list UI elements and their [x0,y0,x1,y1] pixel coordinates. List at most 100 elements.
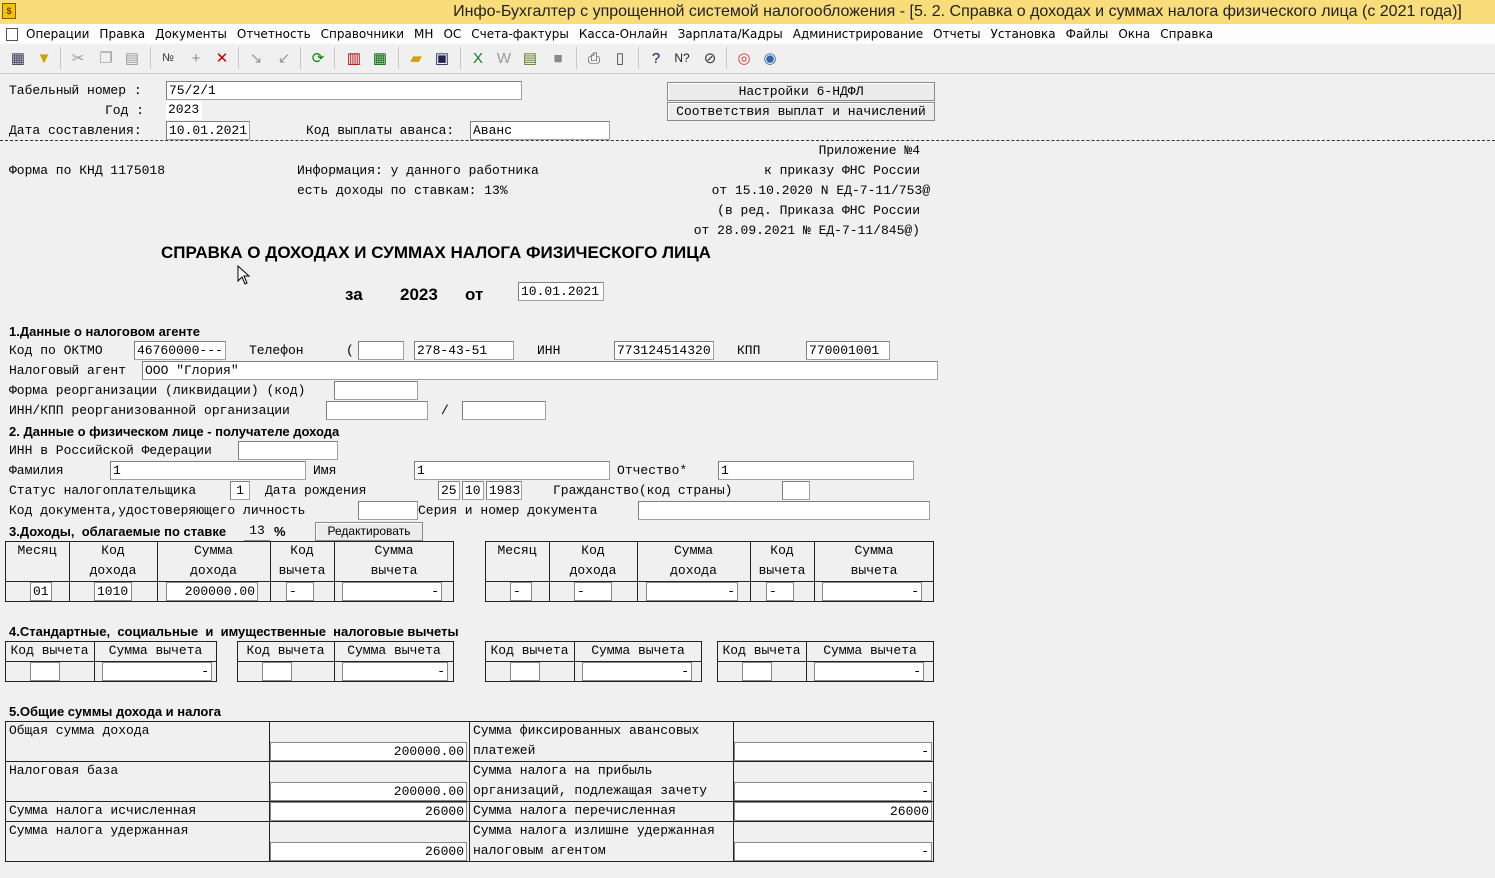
add-icon[interactable]: + [186,48,206,68]
context-help-icon[interactable]: N? [672,48,692,68]
profit-tax-value[interactable]: - [734,782,932,801]
menu-reports[interactable]: Отчеты [928,27,985,41]
income-code-cell[interactable]: 1010 [94,582,132,601]
ded4-sum-cell[interactable]: - [814,662,924,681]
income-sum-cell[interactable]: 200000.00 [166,582,258,601]
phone-code-input[interactable] [358,341,404,360]
series-input[interactable] [638,501,930,520]
deduction-sum-cell[interactable]: - [342,582,442,601]
edit-button[interactable]: Редактировать [315,522,423,541]
menu-settings[interactable]: Установка [986,27,1061,41]
mapping-button[interactable]: Соответствия выплат и начислений [667,102,935,121]
deduction-code-cell[interactable]: - [286,582,314,601]
compass-icon[interactable]: ⊘ [700,48,720,68]
cut-icon[interactable]: ✂ [68,48,88,68]
export-icon[interactable]: ▤ [520,48,540,68]
menu-os[interactable]: ОС [438,27,466,41]
ded2-code-cell[interactable] [262,662,292,681]
deselect-icon[interactable]: ↙ [274,48,294,68]
transferred-value[interactable]: 26000 [734,802,932,821]
ded4-code-cell[interactable] [742,662,772,681]
excel-icon[interactable]: X [468,48,488,68]
reorg-inn-input[interactable] [326,401,428,420]
reorg-input[interactable] [334,381,418,400]
income-sum-cell-r[interactable]: - [646,582,738,601]
document-icon[interactable]: ▥ [344,48,364,68]
deduction-sum-cell-r[interactable]: - [822,582,922,601]
tax-calc-value[interactable]: 26000 [270,802,467,821]
copy-icon[interactable]: ❐ [96,48,116,68]
word-icon[interactable]: W [494,48,514,68]
ded1-code-cell[interactable] [30,662,60,681]
kpp-input[interactable]: 770001001 [806,341,890,360]
menu-salary[interactable]: Зарплата/Кадры [673,27,788,41]
date-input[interactable]: 10.01.2021 [166,121,250,140]
menu-invoices[interactable]: Счета-фактуры [466,27,574,41]
excess-value[interactable]: - [734,842,932,861]
menu-operations[interactable]: Операции [21,27,94,41]
report-date-input[interactable]: 10.01.2021 [518,282,604,301]
tax-withheld-value[interactable]: 26000 [270,842,467,861]
person-inn-input[interactable] [238,441,338,460]
ded2-sum-cell[interactable]: - [342,662,448,681]
tabnum-input[interactable]: 75/2/1 [166,81,522,100]
open-folder-icon[interactable]: ▰ [406,48,426,68]
menu-references[interactable]: Справочники [316,27,409,41]
birth-year-input[interactable]: 1983 [486,481,522,500]
save-icon[interactable]: ▣ [432,48,452,68]
print-icon[interactable]: ⎙ [584,48,604,68]
filter-icon[interactable]: ▼ [34,48,54,68]
refresh-icon[interactable]: ⟳ [308,48,328,68]
menu-administration[interactable]: Администрирование [788,27,928,41]
rate-input[interactable]: 13 [244,522,270,541]
agent-input[interactable]: ООО "Глория" [142,361,938,380]
menu-kassa-online[interactable]: Касса-Онлайн [574,27,673,41]
citizenship-input[interactable] [782,481,810,500]
preview-icon[interactable]: ▯ [610,48,630,68]
oktmo-input[interactable]: 46760000--- [134,341,226,360]
birth-day-input[interactable]: 25 [438,481,460,500]
system-menu-icon[interactable] [6,27,18,41]
menu-help[interactable]: Справка [1155,27,1218,41]
total-income-value[interactable]: 200000.00 [270,742,467,761]
status-input[interactable]: 1 [230,481,250,500]
delete-icon[interactable]: ✕ [212,48,232,68]
patronymic-input[interactable]: 1 [718,461,914,480]
ded1-sum-cell[interactable]: - [102,662,212,681]
archive-icon[interactable]: ■ [548,48,568,68]
income-month-cell-r[interactable]: - [510,582,532,601]
col-income-sum-r: Сумма [673,543,713,558]
reorg-kpp-input[interactable] [462,401,546,420]
agent-inn-input[interactable]: 773124514320 [614,341,714,360]
paste-icon[interactable]: ▤ [122,48,142,68]
select-icon[interactable]: ↘ [246,48,266,68]
menu-windows[interactable]: Окна [1113,27,1155,41]
table-view-icon[interactable]: ▦ [8,48,28,68]
settings-6ndfl-button[interactable]: Настройки 6-НДФЛ [667,82,935,101]
lifebuoy-icon[interactable]: ◎ [734,48,754,68]
phone-input[interactable]: 278-43-51 [414,341,514,360]
menu-documents[interactable]: Документы [150,27,232,41]
deduction-code-cell-r[interactable]: - [766,582,794,601]
calculator-icon[interactable]: ▦ [370,48,390,68]
help-icon[interactable]: ? [646,48,666,68]
birth-month-input[interactable]: 10 [462,481,484,500]
year-input[interactable]: 2023 [166,101,202,120]
surname-input[interactable]: 1 [110,461,306,480]
income-month-cell[interactable]: 01 [30,582,52,601]
web-icon[interactable]: ◉ [760,48,780,68]
menu-reporting[interactable]: Отчетность [232,27,316,41]
menu-mn[interactable]: МН [409,27,438,41]
menu-files[interactable]: Файлы [1061,27,1114,41]
doc-code-input[interactable] [358,501,418,520]
appendix-line-2: к приказу ФНС России [763,163,920,178]
advance-code-input[interactable]: Аванс [470,121,610,140]
menu-edit[interactable]: Правка [94,27,150,41]
ded3-code-cell[interactable] [510,662,540,681]
fixed-adv-value[interactable]: - [734,742,932,761]
tax-base-value[interactable]: 200000.00 [270,782,467,801]
income-code-cell-r[interactable]: - [574,582,612,601]
name-input[interactable]: 1 [414,461,610,480]
ded3-sum-cell[interactable]: - [582,662,692,681]
numbering-icon[interactable]: № [158,48,178,68]
